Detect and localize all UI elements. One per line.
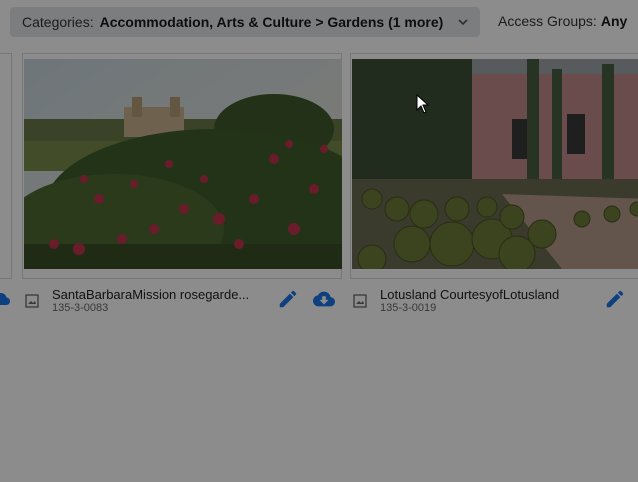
categories-filter-dropdown[interactable]: Categories: Accommodation, Arts & Cultur… [10,7,480,37]
categories-filter-value: Accommodation, Arts & Culture > Gardens … [99,14,444,30]
asset-card[interactable]: Lotusland CourtesyofLotusland 135-3-0019 [350,53,638,323]
cloud-download-icon[interactable] [311,288,337,310]
asset-code: 135-3-0019 [380,302,437,314]
mouse-cursor-icon [416,94,430,114]
image-icon [353,294,367,308]
pencil-icon[interactable] [604,288,626,310]
access-groups-filter[interactable]: Access Groups: Any [498,13,627,29]
asset-code: 135-3-0083 [52,302,109,314]
asset-title[interactable]: Lotusland CourtesyofLotusland [380,287,600,302]
asset-title[interactable]: SantaBarbaraMission rosegarde... [52,287,272,302]
garden-photo [352,59,638,269]
chevron-down-icon [458,19,468,26]
filter-bar: Categories: Accommodation, Arts & Cultur… [0,0,638,44]
cloud-download-icon[interactable] [0,290,10,308]
asset-thumbnail[interactable] [22,53,342,279]
garden-photo [24,59,342,269]
access-groups-label: Access Groups: [498,13,597,29]
asset-card[interactable]: SantaBarbaraMission rosegarde... 135-3-0… [22,53,342,323]
categories-filter-label: Categories: [22,14,94,30]
asset-thumbnail[interactable] [350,53,638,279]
partial-card-left [0,53,12,279]
pencil-icon[interactable] [277,288,299,310]
access-groups-value: Any [600,13,628,29]
image-icon [25,294,39,308]
